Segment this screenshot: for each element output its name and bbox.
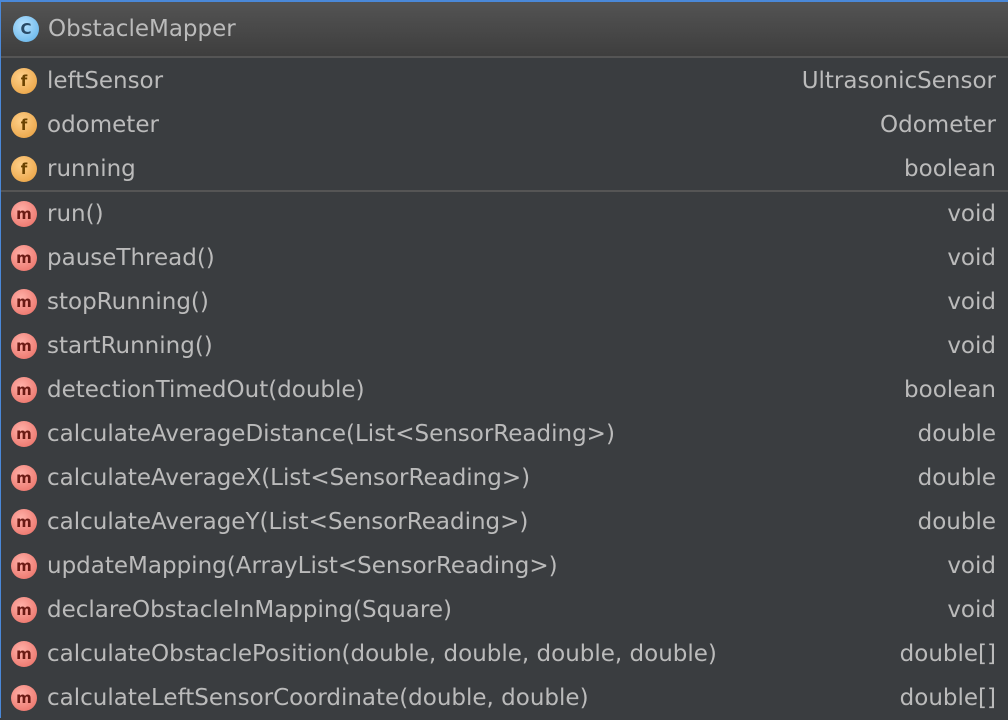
field-row[interactable]: f running boolean — [1, 147, 1008, 191]
method-type: void — [947, 289, 996, 315]
method-name: stopRunning() — [47, 289, 209, 315]
method-name: calculateAverageDistance(List<SensorRead… — [47, 421, 615, 447]
field-icon: f — [11, 68, 37, 94]
method-name: pauseThread() — [47, 245, 215, 271]
method-icon: m — [11, 641, 37, 667]
field-name: leftSensor — [47, 68, 164, 94]
method-name: calculateAverageY(List<SensorReading>) — [47, 509, 529, 535]
method-row[interactable]: m calculateAverageDistance(List<SensorRea… — [1, 412, 1008, 456]
method-icon: m — [11, 597, 37, 623]
method-icon: m — [11, 289, 37, 315]
uml-class-box[interactable]: C ObstacleMapper f leftSensor UltrasonicSe… — [0, 0, 1008, 718]
field-type: UltrasonicSensor — [801, 68, 996, 94]
method-type: void — [947, 201, 996, 227]
field-icon: f — [11, 112, 37, 138]
class-icon: C — [13, 16, 39, 42]
fields-section: f leftSensor UltrasonicSensor f odometer Odom… — [1, 58, 1008, 191]
method-row[interactable]: m detectionTimedOut(double) boolean — [1, 368, 1008, 412]
method-row[interactable]: m startRunning() void — [1, 324, 1008, 368]
method-row[interactable]: m stopRunning() void — [1, 280, 1008, 324]
method-type: double[] — [899, 641, 996, 667]
field-name: running — [47, 156, 136, 182]
class-name: ObstacleMapper — [48, 16, 236, 42]
method-row[interactable]: m calculateObstaclePosition(double, doubl… — [1, 632, 1008, 676]
method-type: double — [917, 509, 996, 535]
method-type: double — [917, 421, 996, 447]
method-icon: m — [11, 201, 37, 227]
method-type: void — [947, 245, 996, 271]
method-icon: m — [11, 553, 37, 579]
method-icon: m — [11, 377, 37, 403]
method-row[interactable]: m calculateLeftSensorCoordinate(double, d… — [1, 676, 1008, 720]
method-type: void — [947, 333, 996, 359]
method-type: boolean — [904, 377, 996, 403]
method-name: updateMapping(ArrayList<SensorReading>) — [47, 553, 558, 579]
method-type: void — [947, 597, 996, 623]
field-row[interactable]: f odometer Odometer — [1, 103, 1008, 147]
method-name: calculateAverageX(List<SensorReading>) — [47, 465, 531, 491]
method-icon: m — [11, 421, 37, 447]
method-name: calculateObstaclePosition(double, double… — [47, 641, 717, 667]
method-name: declareObstacleInMapping(Square) — [47, 597, 452, 623]
method-icon: m — [11, 245, 37, 271]
method-name: calculateLeftSensorCoordinate(double, do… — [47, 685, 589, 711]
field-type: Odometer — [880, 112, 996, 138]
method-row[interactable]: m updateMapping(ArrayList<SensorReading>)… — [1, 544, 1008, 588]
method-icon: m — [11, 685, 37, 711]
methods-section: m run() void m pauseThread() void m stopRunning… — [1, 192, 1008, 720]
method-row[interactable]: m calculateAverageY(List<SensorReading>) d… — [1, 500, 1008, 544]
method-type: double — [917, 465, 996, 491]
method-row[interactable]: m declareObstacleInMapping(Square) void — [1, 588, 1008, 632]
class-header: C ObstacleMapper — [1, 2, 1008, 58]
method-row[interactable]: m calculateAverageX(List<SensorReading>) d… — [1, 456, 1008, 500]
method-row[interactable]: m pauseThread() void — [1, 236, 1008, 280]
method-icon: m — [11, 509, 37, 535]
method-name: run() — [47, 201, 104, 227]
method-icon: m — [11, 465, 37, 491]
field-type: boolean — [904, 156, 996, 182]
method-name: startRunning() — [47, 333, 213, 359]
field-row[interactable]: f leftSensor UltrasonicSensor — [1, 59, 1008, 103]
method-row[interactable]: m run() void — [1, 192, 1008, 236]
method-icon: m — [11, 333, 37, 359]
field-name: odometer — [47, 112, 159, 138]
method-type: double[] — [899, 685, 996, 711]
field-icon: f — [11, 156, 37, 182]
method-name: detectionTimedOut(double) — [47, 377, 365, 403]
method-type: void — [947, 553, 996, 579]
